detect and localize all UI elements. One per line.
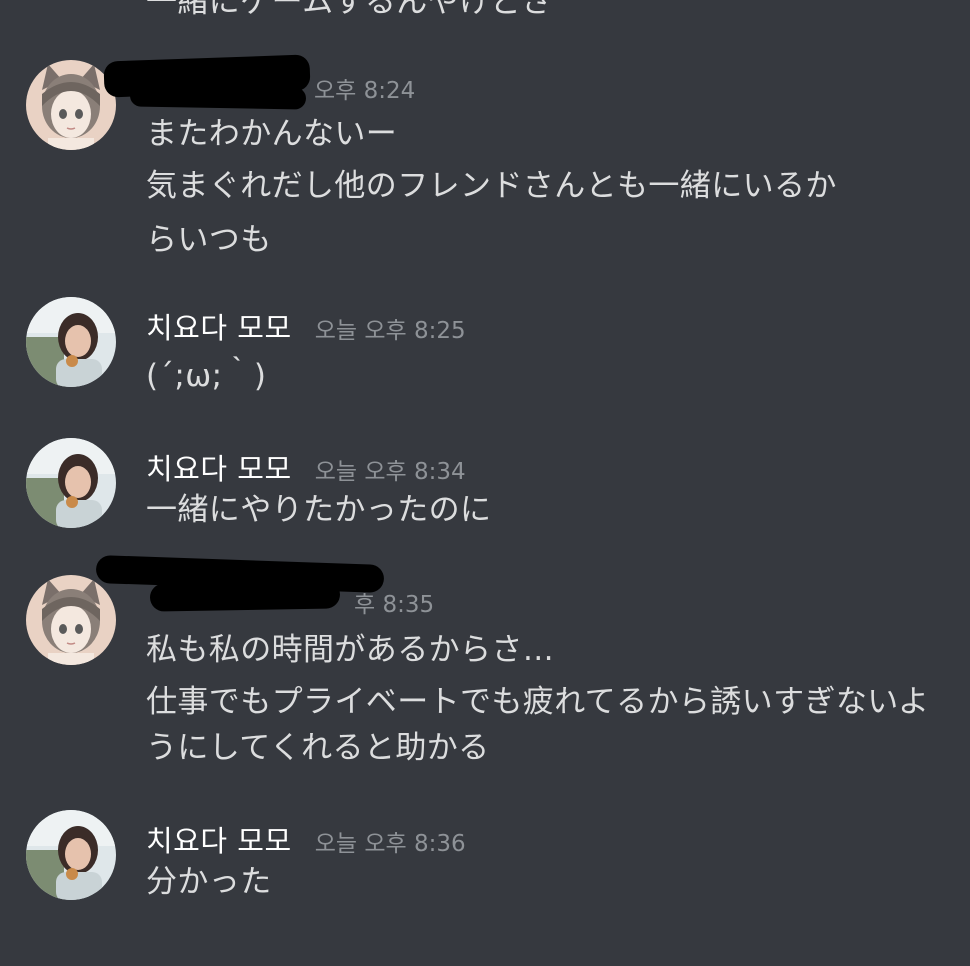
avatar[interactable] [26, 60, 116, 150]
avatar[interactable] [26, 810, 116, 900]
message-line: 一緒にやりたかったのに [146, 492, 492, 528]
message-line: 分かった [146, 864, 272, 900]
message-line: 仕事でもプライベートでも疲れてるから誘いすぎないよ [146, 684, 930, 720]
message-line: 一緒にゲームするんやけどさ [146, 0, 553, 20]
photo-girl-avatar-icon [26, 297, 116, 387]
timestamp: 오늘 오후 8:34 [314, 459, 466, 485]
author-name[interactable]: 치요다 모모 [146, 824, 292, 858]
timestamp: 후 8:35 [354, 592, 435, 618]
message-line: またわかんないー [146, 116, 398, 152]
author-name[interactable]: 치요다 모모 [146, 452, 292, 486]
message-line: らいつも [146, 222, 272, 258]
photo-girl-avatar-icon [26, 438, 116, 528]
timestamp: 오후 8:24 [314, 78, 416, 104]
message-line: 気まぐれだし他のフレンドさんとも一緒にいるか [146, 168, 837, 204]
author-name[interactable]: 치요다 모모 [146, 311, 292, 345]
avatar[interactable] [26, 575, 116, 665]
timestamp: 오늘 오후 8:36 [314, 831, 466, 857]
cat-ear-girl-avatar-icon [26, 575, 116, 665]
photo-girl-avatar-icon [26, 810, 116, 900]
avatar[interactable] [26, 438, 116, 528]
message-line: うにしてくれると助かる [146, 730, 490, 766]
message-line: 私も私の時間があるからさ… [146, 632, 555, 668]
message-line: (´;ω;｀) [146, 358, 267, 394]
cat-ear-girl-avatar-icon [26, 60, 116, 150]
avatar[interactable] [26, 297, 116, 387]
redaction-mark [149, 580, 341, 612]
timestamp: 오늘 오후 8:25 [314, 318, 466, 344]
redaction-mark [129, 84, 307, 110]
